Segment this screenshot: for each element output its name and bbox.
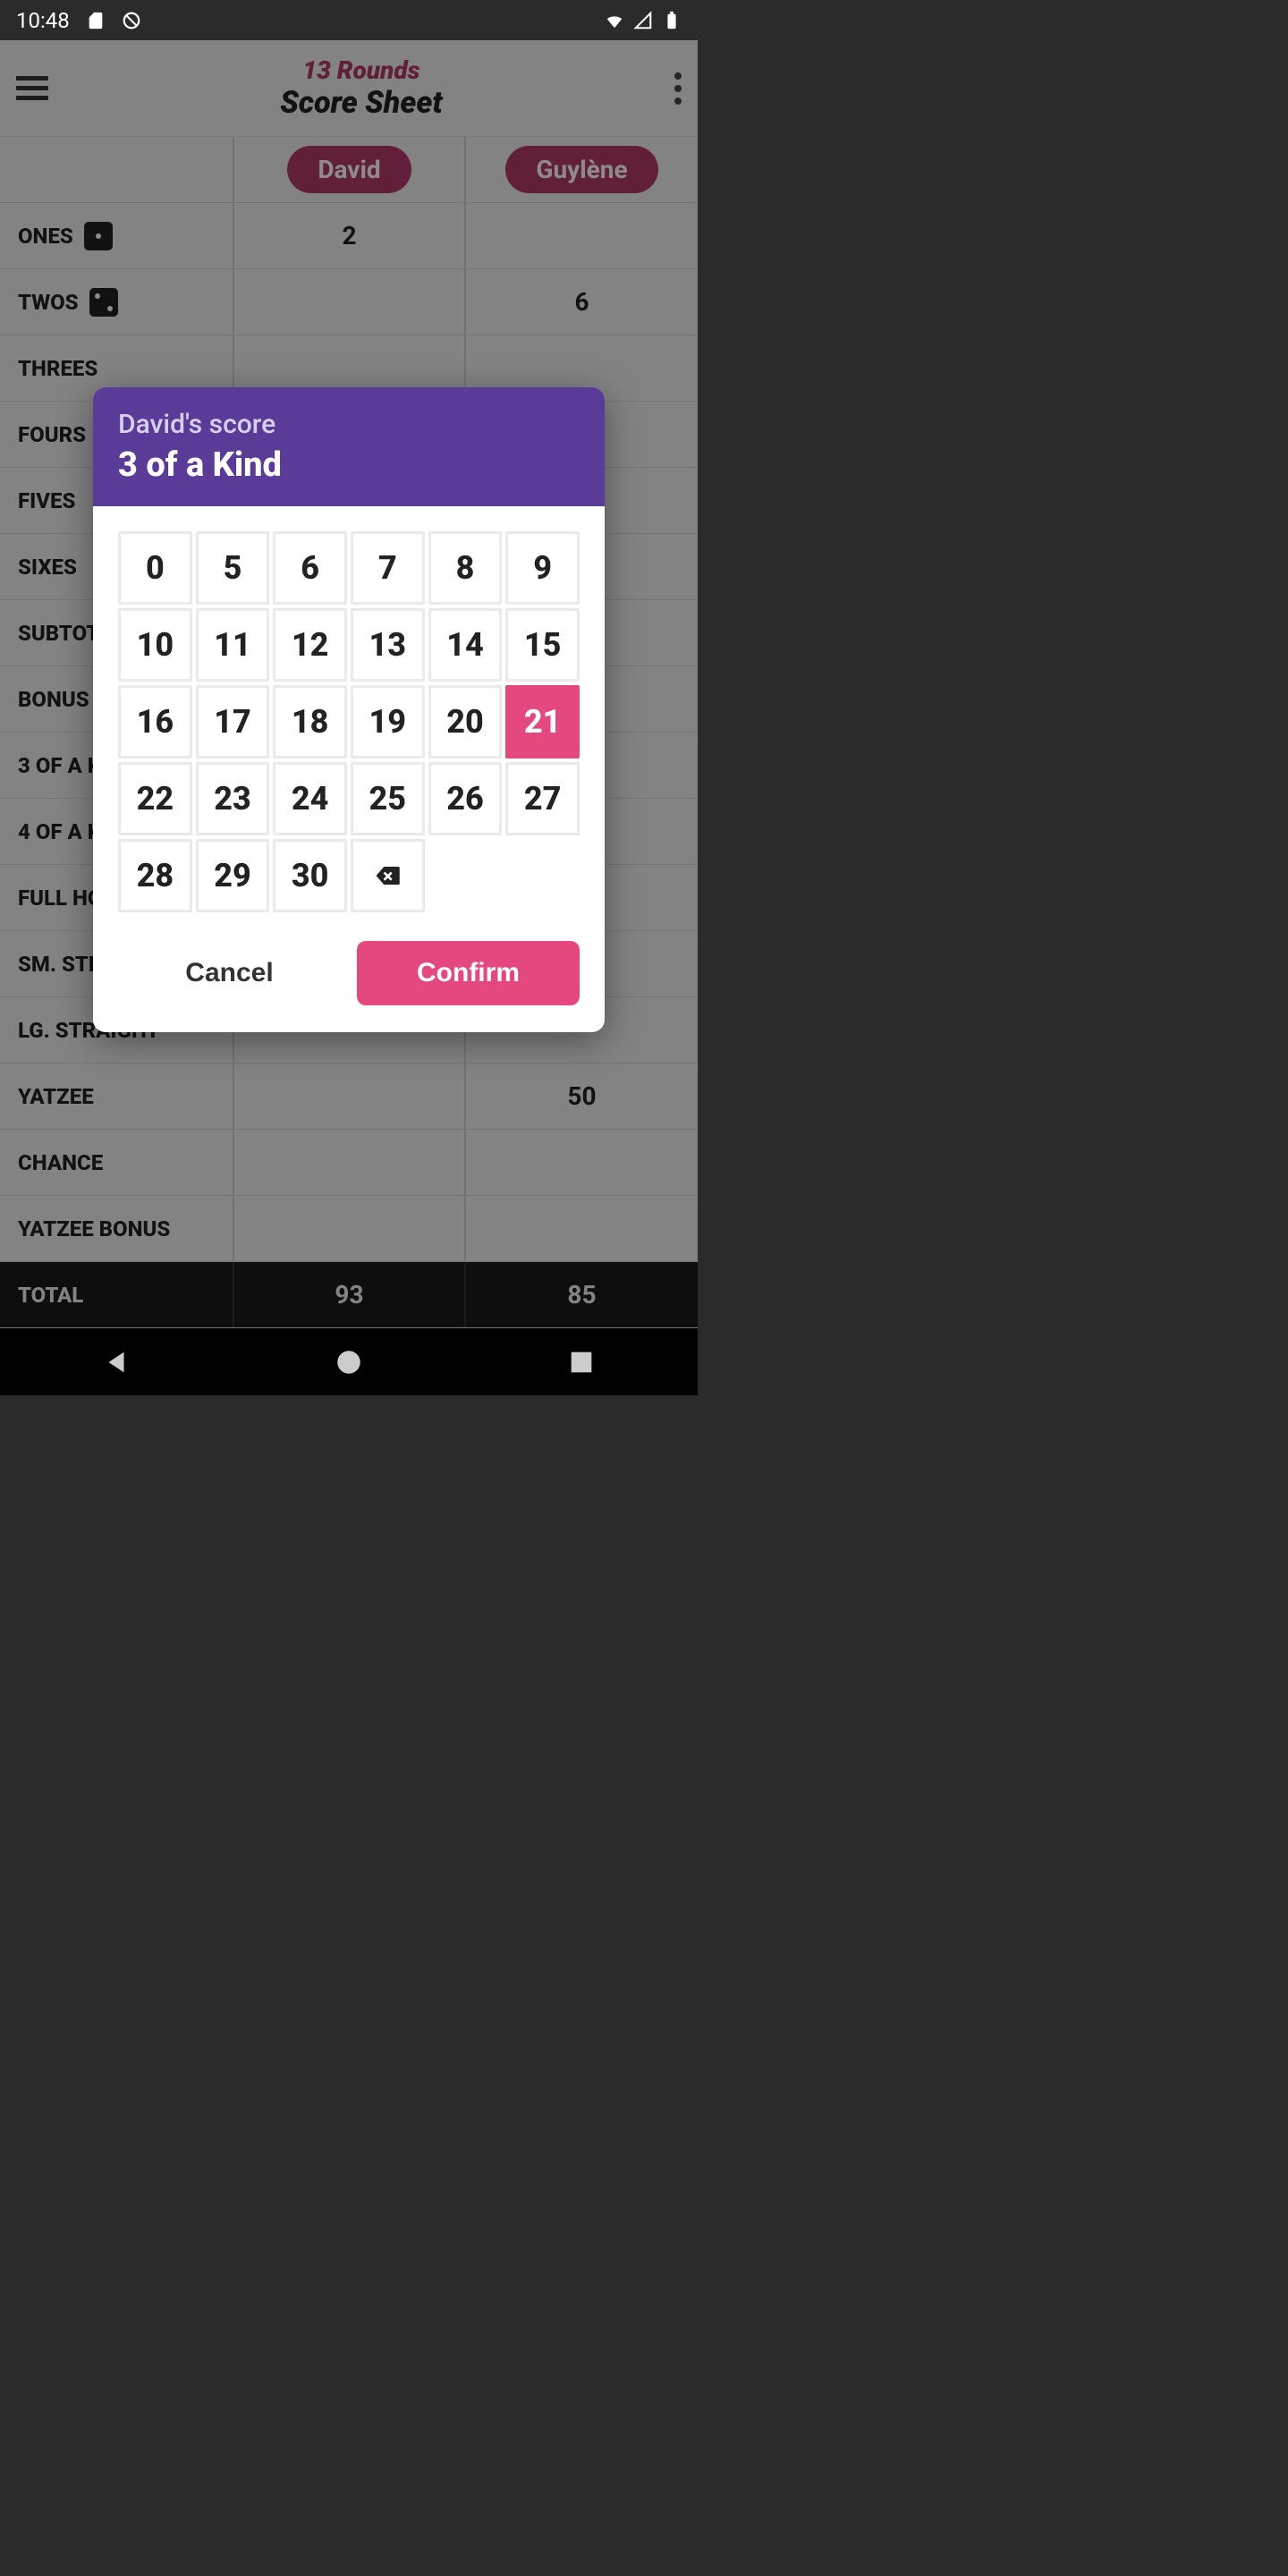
keypad-key[interactable]: 23: [196, 762, 270, 835]
sd-card-icon: [86, 11, 106, 30]
cancel-button[interactable]: Cancel: [118, 941, 341, 1005]
keypad-key[interactable]: 27: [505, 762, 580, 835]
keypad-key[interactable]: 28: [118, 839, 192, 912]
keypad-key[interactable]: 30: [273, 839, 347, 912]
wifi-icon: [605, 11, 624, 30]
keypad-key[interactable]: 13: [351, 608, 425, 682]
keypad-key[interactable]: 6: [273, 531, 347, 605]
keypad-key[interactable]: 0: [118, 531, 192, 605]
empty-cell: [428, 839, 503, 912]
signal-icon: [633, 11, 653, 30]
keypad-key[interactable]: 7: [351, 531, 425, 605]
keypad-key[interactable]: 8: [428, 531, 503, 605]
keypad-key[interactable]: 22: [118, 762, 192, 835]
keypad-key[interactable]: 26: [428, 762, 503, 835]
keypad-key[interactable]: 25: [351, 762, 425, 835]
dialog-header: David's score 3 of a Kind: [93, 387, 605, 506]
back-button[interactable]: [101, 1347, 131, 1377]
clock: 10:48: [16, 8, 70, 33]
keypad-key[interactable]: 10: [118, 608, 192, 682]
dialog-actions: Cancel Confirm: [93, 937, 605, 1032]
system-nav-bar: [0, 1328, 698, 1395]
keypad-key[interactable]: 11: [196, 608, 270, 682]
dialog-title: 3 of a Kind: [118, 445, 580, 485]
keypad-key[interactable]: 12: [273, 608, 347, 682]
home-button[interactable]: [334, 1347, 364, 1377]
keypad-key[interactable]: 9: [505, 531, 580, 605]
keypad-key[interactable]: 18: [273, 685, 347, 758]
empty-cell: [505, 839, 580, 912]
keypad: 056789 101112131415 161718192021 2223242526…: [93, 506, 605, 937]
keypad-key[interactable]: 5: [196, 531, 270, 605]
keypad-key[interactable]: 16: [118, 685, 192, 758]
keypad-key[interactable]: 20: [428, 685, 503, 758]
recent-apps-button[interactable]: [566, 1347, 597, 1377]
keypad-key[interactable]: 15: [505, 608, 580, 682]
status-bar: 10:48: [0, 0, 698, 40]
battery-icon: [662, 11, 682, 30]
keypad-key[interactable]: 24: [273, 762, 347, 835]
confirm-button[interactable]: Confirm: [357, 941, 580, 1005]
score-entry-dialog: David's score 3 of a Kind 056789 10111213…: [93, 387, 605, 1032]
backspace-key[interactable]: [351, 839, 425, 912]
app-content: 13 Rounds Score Sheet David Guylène ONES…: [0, 40, 698, 1328]
dialog-subtitle: David's score: [118, 409, 580, 440]
keypad-key[interactable]: 14: [428, 608, 503, 682]
keypad-key[interactable]: 21: [505, 685, 580, 758]
keypad-key[interactable]: 17: [196, 685, 270, 758]
keypad-key[interactable]: 29: [196, 839, 270, 912]
keypad-key[interactable]: 19: [351, 685, 425, 758]
dnd-icon: [122, 11, 141, 30]
